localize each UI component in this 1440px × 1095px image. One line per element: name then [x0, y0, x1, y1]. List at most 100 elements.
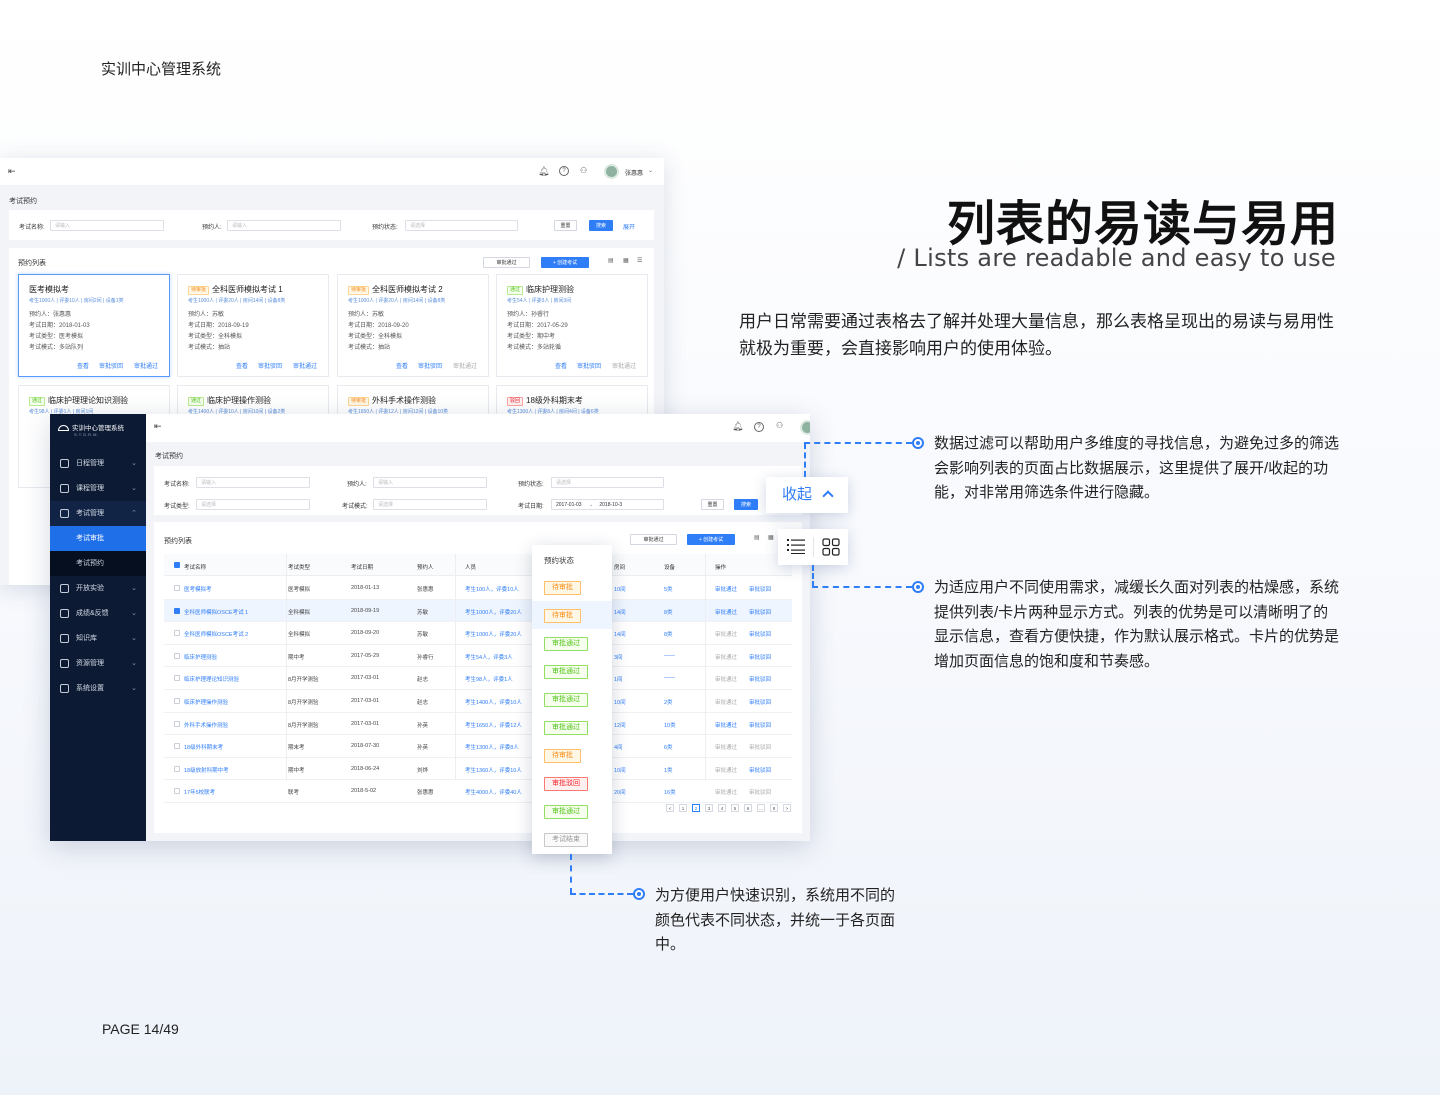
- view-link[interactable]: 查看: [396, 361, 408, 370]
- collapse-toggle[interactable]: 收起: [766, 477, 848, 513]
- sidebar-item[interactable]: 资源管理 ⌄: [50, 651, 146, 676]
- page-button[interactable]: <: [666, 804, 674, 812]
- column-header[interactable]: 人员: [465, 563, 476, 571]
- sidebar-item[interactable]: 知识库 ⌄: [50, 626, 146, 651]
- approve-link[interactable]: 审批通过: [715, 788, 737, 796]
- column-header[interactable]: 考试日期: [351, 563, 373, 571]
- page-button[interactable]: ...: [757, 804, 765, 812]
- approve-link[interactable]: 审批通过: [715, 721, 737, 729]
- column-header[interactable]: 操作: [715, 563, 726, 571]
- room-link[interactable]: 20间: [614, 788, 626, 796]
- menu-collapse-icon[interactable]: ⇤: [154, 421, 162, 432]
- reject-link[interactable]: 审批驳回: [749, 743, 771, 751]
- search-button[interactable]: 搜索: [589, 220, 613, 231]
- select-all-checkbox[interactable]: [174, 562, 180, 568]
- approve-link[interactable]: 审批通过: [612, 361, 636, 370]
- view-link[interactable]: 查看: [555, 361, 567, 370]
- people-link[interactable]: 考生1360人，评委10人: [465, 766, 522, 774]
- page-button[interactable]: 5: [731, 804, 739, 812]
- exam-mode-select[interactable]: 请选择: [373, 499, 487, 510]
- exam-name-input[interactable]: 请输入: [196, 477, 310, 488]
- column-header[interactable]: 预约人: [417, 563, 434, 571]
- row-checkbox[interactable]: [174, 743, 180, 750]
- people-link[interactable]: 考生100人，评委10人: [465, 585, 519, 593]
- search-button[interactable]: 搜索: [734, 499, 758, 510]
- booker-input[interactable]: 请输入: [227, 220, 341, 231]
- user-name[interactable]: 张惠惠: [625, 168, 643, 177]
- help-icon[interactable]: ?: [559, 166, 569, 176]
- bell-icon[interactable]: 🔔︎: [538, 166, 549, 177]
- row-checkbox[interactable]: [174, 788, 180, 795]
- device-link[interactable]: 16类: [664, 788, 676, 796]
- room-link[interactable]: 3间: [614, 653, 623, 661]
- device-link[interactable]: 8类: [664, 630, 673, 638]
- batch-approve-button[interactable]: 审批通过: [483, 257, 530, 268]
- reject-link[interactable]: 审批驳回: [749, 585, 771, 593]
- room-link[interactable]: 1间: [614, 675, 623, 683]
- page-button[interactable]: 6: [744, 804, 752, 812]
- row-checkbox[interactable]: [174, 630, 180, 637]
- approve-link[interactable]: 审批通过: [453, 361, 477, 370]
- exam-name-link[interactable]: 临床护理操作测验: [184, 698, 228, 706]
- bell-icon[interactable]: 🔔︎: [732, 421, 743, 432]
- reject-link[interactable]: 审批驳回: [418, 361, 442, 370]
- exam-name-input[interactable]: 请输入: [50, 220, 164, 231]
- people-link[interactable]: 考生1400人，评委10人: [465, 698, 522, 706]
- room-link[interactable]: 12间: [614, 721, 626, 729]
- approve-link[interactable]: 审批通过: [715, 698, 737, 706]
- row-checkbox[interactable]: [174, 675, 180, 682]
- batch-approve-button[interactable]: 审批通过: [630, 534, 677, 545]
- sidebar-item[interactable]: 开放实验 ⌄: [50, 576, 146, 601]
- date-range-picker[interactable]: 2017-01-03 → 2018-10-3: [551, 499, 664, 510]
- reject-link[interactable]: 审批驳回: [749, 766, 771, 774]
- page-button[interactable]: 2: [692, 804, 700, 812]
- approve-link[interactable]: 审批通过: [134, 361, 158, 370]
- people-link[interactable]: 考生4000人，评委40人: [465, 788, 522, 796]
- menu-collapse-icon[interactable]: ⇤: [8, 166, 16, 177]
- column-header[interactable]: 设备: [664, 563, 675, 571]
- export-icon[interactable]: ▤: [754, 534, 760, 541]
- approve-link[interactable]: 审批通过: [715, 675, 737, 683]
- exam-name-link[interactable]: 全科医师模拟OSCE考试 1: [184, 608, 248, 616]
- approve-link[interactable]: 审批通过: [715, 585, 737, 593]
- page-button[interactable]: >: [783, 804, 791, 812]
- booker-input[interactable]: 请输入: [373, 477, 487, 488]
- reject-link[interactable]: 审批驳回: [99, 361, 123, 370]
- exam-name-link[interactable]: 17年5校联考: [184, 788, 215, 796]
- exam-name-link[interactable]: 18级放射科期中考: [184, 766, 229, 774]
- reject-link[interactable]: 审批驳回: [749, 788, 771, 796]
- people-link[interactable]: 考生1650人，评委12人: [465, 721, 522, 729]
- list-view-button[interactable]: [787, 538, 805, 554]
- sidebar-subitem[interactable]: 考试预约: [50, 551, 146, 576]
- people-link[interactable]: 考生98人，评委1人: [465, 675, 513, 683]
- sidebar-item[interactable]: 系统设置 ⌄: [50, 676, 146, 701]
- page-button[interactable]: 4: [718, 804, 726, 812]
- device-link[interactable]: ——: [664, 675, 675, 681]
- expand-link[interactable]: 展开: [623, 222, 635, 231]
- sidebar-subitem[interactable]: 考试审批: [50, 526, 146, 551]
- users-icon[interactable]: ⚇: [776, 421, 783, 430]
- reject-link[interactable]: 审批驳回: [749, 698, 771, 706]
- status-select[interactable]: 请选择: [405, 220, 518, 231]
- approve-link[interactable]: 审批通过: [715, 630, 737, 638]
- people-link[interactable]: 考生1000人，评委20人: [465, 630, 522, 638]
- exam-name-link[interactable]: 医考模拟考: [184, 585, 212, 593]
- approve-link[interactable]: 审批通过: [715, 743, 737, 751]
- reject-link[interactable]: 审批驳回: [749, 630, 771, 638]
- page-button[interactable]: 8: [770, 804, 778, 812]
- reject-link[interactable]: 审批驳回: [577, 361, 601, 370]
- exam-card[interactable]: 待审批 全科医师模拟考试 2 考生1000人 | 评委20人 | 房间14间 | 设…: [337, 274, 489, 377]
- exam-name-link[interactable]: 临床护理测验: [184, 653, 217, 661]
- avatar[interactable]: [800, 420, 810, 435]
- device-link[interactable]: 6类: [664, 743, 673, 751]
- row-checkbox[interactable]: [174, 652, 180, 659]
- device-link[interactable]: 10类: [664, 721, 676, 729]
- row-checkbox[interactable]: [174, 720, 180, 727]
- exam-name-link[interactable]: 临床护理理论知识测验: [184, 675, 239, 683]
- sidebar-item[interactable]: 课程管理 ⌄: [50, 476, 146, 501]
- room-link[interactable]: 14间: [614, 630, 626, 638]
- sidebar-item[interactable]: 考试管理 ⌃: [50, 501, 146, 526]
- room-link[interactable]: 10间: [614, 585, 626, 593]
- view-link[interactable]: 查看: [236, 361, 248, 370]
- view-link[interactable]: 查看: [77, 361, 89, 370]
